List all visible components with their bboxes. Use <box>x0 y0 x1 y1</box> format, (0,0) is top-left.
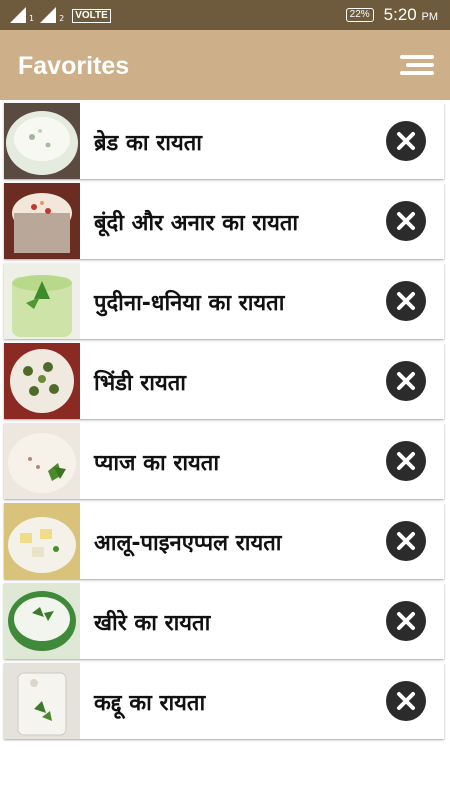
close-icon <box>397 372 415 390</box>
close-icon <box>397 452 415 470</box>
recipe-thumbnail <box>4 343 80 419</box>
recipe-title: ब्रेड का रायता <box>94 131 202 156</box>
clock-time: 5:20 <box>383 5 417 24</box>
status-bar: 1 2 VOLTE 22% 5:20 PM <box>0 0 450 30</box>
close-icon <box>397 292 415 310</box>
recipe-title: खीरे का रायता <box>94 611 211 636</box>
remove-favorite-button[interactable] <box>386 681 426 721</box>
list-item[interactable]: ब्रेड का रायता <box>4 103 444 179</box>
recipe-title: कद्दू का रायता <box>94 691 206 716</box>
list-item[interactable]: भिंडी रायता <box>4 343 444 419</box>
recipe-thumbnail <box>4 423 80 499</box>
list-item[interactable]: पुदीना-धनिया का रायता <box>4 263 444 339</box>
close-icon <box>397 212 415 230</box>
remove-favorite-button[interactable] <box>386 521 426 561</box>
close-icon <box>397 612 415 630</box>
recipe-title: आलू-पाइनएप्पल रायता <box>94 531 282 556</box>
clock-ampm: PM <box>421 11 439 23</box>
remove-favorite-button[interactable] <box>386 361 426 401</box>
recipe-thumbnail <box>4 183 80 259</box>
close-icon <box>397 532 415 550</box>
list-item[interactable]: कद्दू का रायता <box>4 663 444 739</box>
volte-badge: VOLTE <box>72 9 111 23</box>
recipe-title: पुदीना-धनिया का रायता <box>94 291 285 316</box>
remove-favorite-button[interactable] <box>386 201 426 241</box>
recipe-thumbnail <box>4 583 80 659</box>
sort-menu-icon[interactable] <box>398 55 434 77</box>
recipe-thumbnail <box>4 103 80 179</box>
recipe-thumbnail <box>4 503 80 579</box>
signal-icon-sim2 <box>40 7 57 23</box>
remove-favorite-button[interactable] <box>386 601 426 641</box>
remove-favorite-button[interactable] <box>386 281 426 321</box>
recipe-title: भिंडी रायता <box>94 371 186 396</box>
signal-indicators: 1 2 VOLTE <box>10 7 111 23</box>
list-item[interactable]: आलू-पाइनएप्पल रायता <box>4 503 444 579</box>
recipe-thumbnail <box>4 663 80 739</box>
app-bar: Favorites <box>0 30 450 100</box>
list-item[interactable]: खीरे का रायता <box>4 583 444 659</box>
clock: 5:20 PM <box>384 5 438 25</box>
list-item[interactable]: प्याज का रायता <box>4 423 444 499</box>
remove-favorite-button[interactable] <box>386 121 426 161</box>
recipe-title: प्याज का रायता <box>94 451 220 476</box>
battery-indicator: 22% <box>345 8 374 22</box>
recipe-thumbnail <box>4 263 80 339</box>
close-icon <box>397 692 415 710</box>
signal-icon-sim1 <box>10 7 26 23</box>
remove-favorite-button[interactable] <box>386 441 426 481</box>
close-icon <box>397 132 415 150</box>
list-item[interactable]: बूंदी और अनार का रायता <box>4 183 444 259</box>
sim2-label: 2 <box>59 14 65 23</box>
recipe-title: बूंदी और अनार का रायता <box>94 211 299 236</box>
page-title: Favorites <box>18 52 130 80</box>
sim1-label: 1 <box>29 14 35 23</box>
